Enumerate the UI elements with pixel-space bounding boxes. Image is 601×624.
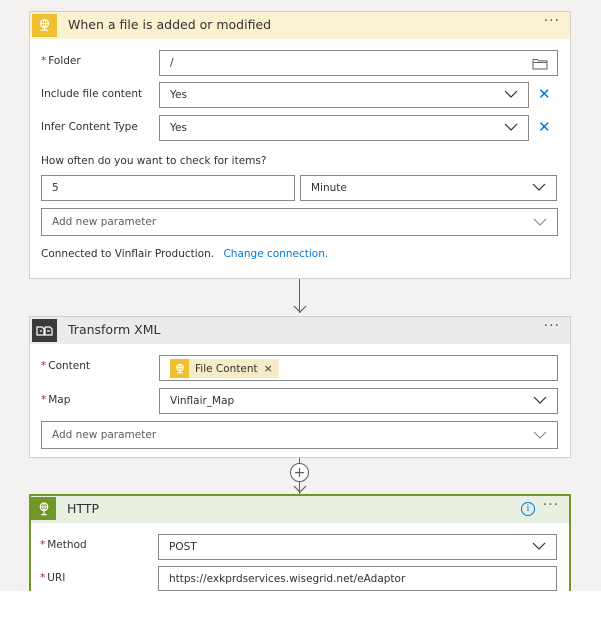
map-value: Vinflair_Map: [170, 395, 235, 407]
file-content-token-label: File Content: [195, 362, 258, 375]
folder-label: * Folder: [41, 55, 81, 67]
content-label: * Content: [41, 360, 91, 372]
chevron-down-icon: [504, 123, 518, 131]
chevron-down-icon: [504, 90, 518, 98]
token-remove-icon[interactable]: ×: [264, 362, 273, 375]
interval-input[interactable]: 5: [41, 175, 295, 201]
interval-value: 5: [52, 182, 59, 194]
connection-info: Connected to Vinflair Production. Change…: [41, 248, 328, 260]
infer-content-type-select[interactable]: Yes: [159, 115, 529, 141]
file-sync-icon: [170, 359, 189, 378]
chevron-down-icon: [532, 542, 546, 550]
infer-content-type-label: Infer Content Type: [41, 121, 138, 133]
arrow-down-icon: [293, 305, 307, 313]
folder-input[interactable]: /: [159, 50, 558, 76]
designer-canvas: When a file is added or modified ··· * Fo…: [0, 0, 601, 591]
content-input[interactable]: File Content ×: [159, 355, 558, 381]
include-file-content-label: Include file content: [41, 88, 143, 100]
transform-xml-card: Transform XML ··· * Content File Content …: [29, 316, 571, 458]
connection-text: Connected to Vinflair Production.: [41, 248, 215, 260]
transform-add-parameter-placeholder: Add new parameter: [52, 429, 157, 441]
folder-browse-icon[interactable]: [532, 57, 548, 70]
file-sync-icon: [32, 14, 57, 37]
trigger-card: When a file is added or modified ··· * Fo…: [29, 11, 571, 279]
transform-icon: [32, 319, 57, 342]
folder-value: /: [170, 57, 174, 69]
arrow-down-icon: [293, 485, 307, 493]
file-content-token[interactable]: File Content ×: [170, 359, 279, 378]
http-card: HTTP i ··· * Method POST * URI https://exk…: [29, 494, 571, 591]
transform-more-menu-icon[interactable]: ···: [544, 318, 560, 334]
chevron-down-icon: [533, 218, 547, 226]
transform-add-parameter-dropdown[interactable]: Add new parameter: [41, 421, 558, 449]
remove-infer-content-type-icon[interactable]: ✕: [538, 120, 551, 135]
http-title: HTTP: [67, 501, 99, 516]
method-label: * Method: [40, 539, 87, 551]
trigger-title: When a file is added or modified: [68, 17, 272, 32]
http-header[interactable]: HTTP i ···: [31, 496, 569, 523]
change-connection-link[interactable]: Change connection.: [223, 248, 328, 260]
chevron-down-icon: [533, 396, 547, 404]
trigger-add-parameter-dropdown[interactable]: Add new parameter: [41, 208, 558, 236]
globe-icon: [31, 497, 56, 520]
frequency-unit-value: Minute: [311, 182, 347, 194]
transform-xml-header[interactable]: Transform XML ···: [30, 317, 570, 344]
uri-input[interactable]: https://exkprdservices.wisegrid.net/eAda…: [158, 566, 557, 591]
transform-xml-title: Transform XML: [68, 322, 161, 337]
http-more-menu-icon[interactable]: ···: [543, 497, 559, 513]
remove-include-file-content-icon[interactable]: ✕: [538, 87, 551, 102]
trigger-more-menu-icon[interactable]: ···: [544, 13, 560, 29]
uri-value: https://exkprdservices.wisegrid.net/eAda…: [169, 572, 406, 585]
method-value: POST: [169, 541, 197, 553]
trigger-add-parameter-placeholder: Add new parameter: [52, 216, 157, 228]
include-file-content-value: Yes: [170, 89, 187, 101]
include-file-content-select[interactable]: Yes: [159, 82, 529, 108]
method-select[interactable]: POST: [158, 534, 557, 560]
trigger-header[interactable]: When a file is added or modified ···: [30, 12, 570, 39]
plus-icon: +: [293, 464, 306, 481]
info-icon[interactable]: i: [521, 502, 535, 516]
chevron-down-icon: [532, 183, 546, 191]
uri-label: * URI: [40, 572, 66, 584]
map-label: * Map: [41, 394, 71, 406]
frequency-label: How often do you want to check for items…: [41, 155, 267, 167]
insert-step-button[interactable]: +: [290, 463, 309, 482]
frequency-unit-select[interactable]: Minute: [300, 175, 557, 201]
map-select[interactable]: Vinflair_Map: [159, 388, 558, 414]
infer-content-type-value: Yes: [170, 122, 187, 134]
chevron-down-icon: [533, 431, 547, 439]
